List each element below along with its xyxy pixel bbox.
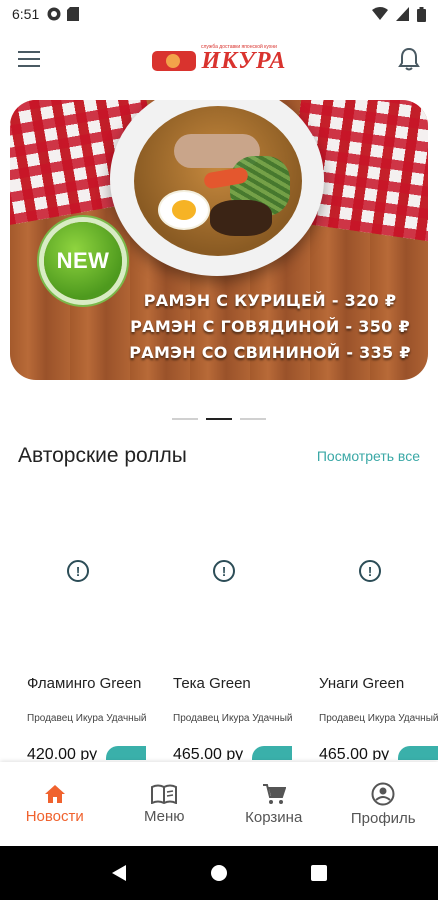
home-circle-icon[interactable] <box>210 864 228 882</box>
account-icon <box>371 782 395 805</box>
cart-icon <box>262 783 286 804</box>
nav-label: Корзина <box>245 808 303 826</box>
image-not-loaded-icon: ! <box>213 560 235 582</box>
battery-icon <box>417 6 426 22</box>
nav-item-news[interactable]: Новости <box>0 762 110 846</box>
bottom-navigation: Новости Меню Корзина Профиль <box>0 762 438 846</box>
product-name: Фламинго Green <box>27 675 142 692</box>
nav-label: Меню <box>143 807 185 825</box>
nav-item-menu[interactable]: Меню <box>110 762 220 846</box>
status-time: 6:51 <box>12 6 40 22</box>
system-navigation-bar <box>0 846 438 900</box>
promo-banner[interactable]: NEW РАМЭН С КУРИЦЕЙ - 320 ₽ РАМЭН С ГОВЯ… <box>10 100 428 380</box>
image-not-loaded-icon: ! <box>359 560 381 582</box>
bell-icon[interactable] <box>398 47 420 71</box>
sd-card-icon <box>67 7 80 21</box>
product-carousel[interactable]: ! Фламинго Green Продавец Икура Удачный … <box>0 498 438 760</box>
brand-logo: служба доставки японской кухни ИКУРА <box>151 44 287 75</box>
recents-icon[interactable] <box>310 865 327 881</box>
app-screen: 6:51 служба доставки японской кухни ИКУР… <box>0 0 438 900</box>
product-name: Унаги Green <box>319 675 405 692</box>
hamburger-menu-icon[interactable] <box>18 50 40 68</box>
product-seller: Продавец Икура Удачный <box>27 713 147 724</box>
egg-image <box>158 190 210 230</box>
app-bar: служба доставки японской кухни ИКУРА <box>0 28 438 90</box>
nav-item-profile[interactable]: Профиль <box>329 762 438 846</box>
mushroom-image <box>210 200 272 236</box>
product-card[interactable]: ! Унаги Green Продавец Икура Удачный 465… <box>310 498 438 760</box>
logo-text: ИКУРА <box>201 47 287 74</box>
home-icon <box>44 784 65 803</box>
carousel-dot[interactable] <box>172 418 198 420</box>
see-all-link[interactable]: Посмотреть все <box>317 448 420 464</box>
image-not-loaded-icon: ! <box>67 560 89 582</box>
book-icon <box>151 784 178 804</box>
product-seller: Продавец Икура Удачный <box>319 713 438 724</box>
sushi-roll-icon <box>151 51 196 71</box>
wifi-icon <box>372 7 388 20</box>
banner-line: РАМЭН СО СВИНИНОЙ - 335 ₽ <box>129 343 411 362</box>
product-card[interactable]: ! Фламинго Green Продавец Икура Удачный … <box>18 498 158 760</box>
product-price: 465.00 ру <box>173 746 244 760</box>
nav-item-cart[interactable]: Корзина <box>219 762 329 846</box>
product-card[interactable]: ! Тека Green Продавец Икура Удачный 465.… <box>164 498 304 760</box>
carousel-indicator <box>0 418 438 420</box>
cellular-icon <box>396 7 409 21</box>
add-to-cart-button[interactable] <box>106 746 146 760</box>
product-name: Тека Green <box>173 675 251 692</box>
section-header: Авторские роллы Посмотреть все <box>18 444 420 468</box>
status-bar: 6:51 <box>0 0 438 28</box>
back-icon[interactable] <box>111 864 127 882</box>
banner-text: РАМЭН С КУРИЦЕЙ - 320 ₽ РАМЭН С ГОВЯДИНО… <box>110 288 428 366</box>
banner-line: РАМЭН С ГОВЯДИНОЙ - 350 ₽ <box>130 317 410 336</box>
product-price: 465.00 ру <box>319 746 390 760</box>
product-seller: Продавец Икура Удачный <box>173 713 293 724</box>
nav-label: Новости <box>25 807 84 825</box>
carousel-dot-active[interactable] <box>206 418 232 420</box>
product-price: 420.00 ру <box>27 746 98 760</box>
add-to-cart-button[interactable] <box>398 746 438 760</box>
pocket-casts-icon <box>47 7 61 21</box>
carousel-dot[interactable] <box>240 418 266 420</box>
nav-label: Профиль <box>350 809 416 827</box>
add-to-cart-button[interactable] <box>252 746 292 760</box>
banner-line: РАМЭН С КУРИЦЕЙ - 320 ₽ <box>143 291 397 310</box>
section-title: Авторские роллы <box>18 444 187 467</box>
